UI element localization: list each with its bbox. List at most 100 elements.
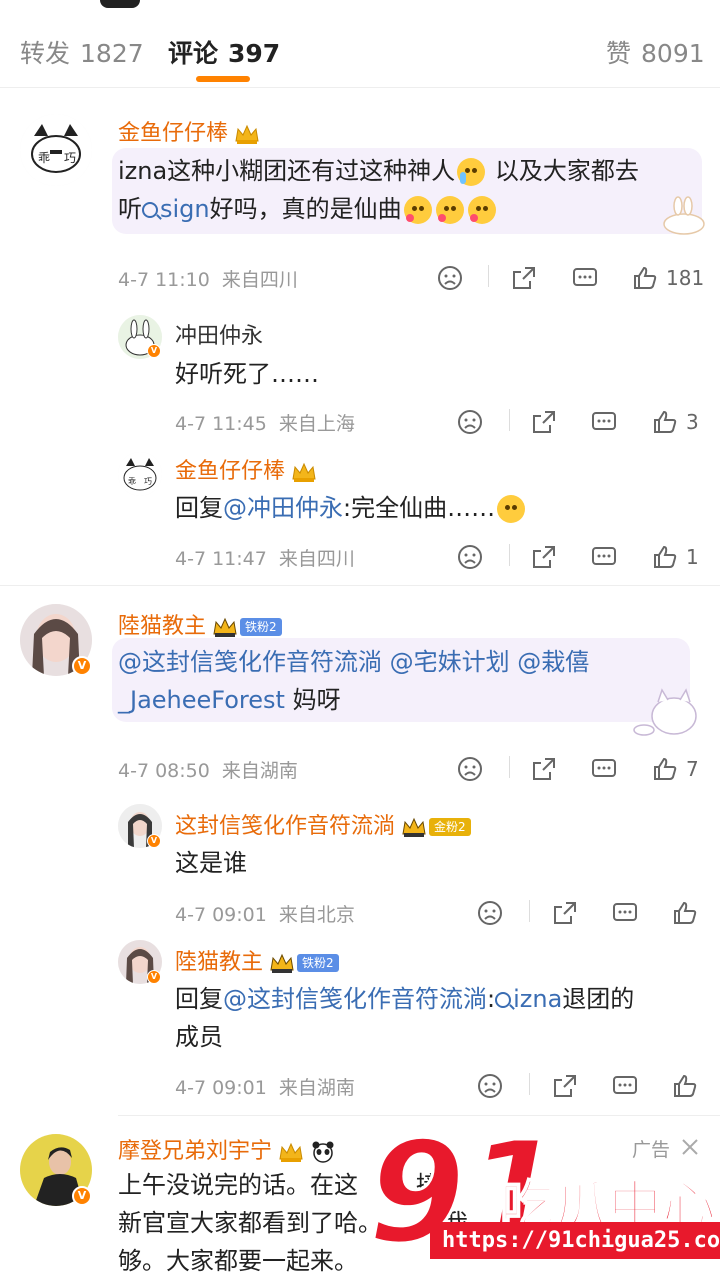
mention-links[interactable]: @这封信笺化作音符流淌 @宅妹计划 @栽僖 [118,648,589,676]
dislike-button[interactable] [457,405,483,435]
thumbs-up-icon [674,901,697,924]
reply-author-name[interactable]: 金鱼仔仔棒 [175,453,317,485]
pleading-emoji-icon [435,196,464,224]
dislike-button[interactable] [457,540,483,570]
cat-sticker-icon [633,688,697,736]
reply-author-name[interactable]: 陸猫教主 铁粉2 [175,944,339,976]
verified-badge-icon: V [147,970,161,984]
svg-text:巧: 巧 [144,477,152,486]
tab-comment[interactable]: 评论 397 [168,34,280,70]
topic-link-text: sign [160,195,210,223]
svg-text:巧: 巧 [64,151,76,165]
frown-icon [438,265,462,290]
pleading-emoji-icon [497,495,526,523]
tab-repost[interactable]: 转发 1827 [20,34,144,70]
commenter-name[interactable]: 摩登兄弟刘宇宁 [118,1133,336,1165]
reply-text: 回复@冲田仲永:完全仙曲…… [175,489,527,527]
thumbs-up-icon [674,1074,697,1097]
comment-icon [613,1075,637,1094]
tab-repost-count: 1827 [80,39,144,68]
avatar[interactable]: 乖巧 [118,452,162,496]
share-icon [533,410,555,433]
vip-crown-icon [235,124,259,144]
reply-actions: 1 [0,540,720,570]
vip-crown-icon [402,817,426,837]
comment-text-part: 以及大家都去 [487,157,639,185]
frown-icon [458,409,482,434]
mention-link[interactable]: _JaeheeForest [118,686,285,714]
divider [509,756,510,778]
share-icon [554,901,576,924]
share-button[interactable] [511,261,537,291]
close-icon[interactable] [680,1137,700,1157]
reply-text-part: 退团的 [562,985,635,1013]
reply-text-part: : [487,985,496,1013]
fan-badge: 铁粉2 [297,954,339,972]
share-icon [513,266,535,289]
reply-author-name[interactable]: 这封信笺化作音符流淌 金粉2 [175,808,471,840]
commenter-name-text: 摩登兄弟刘宇宁 [118,1139,273,1164]
like-button[interactable] [672,1069,698,1099]
dislike-button[interactable] [477,896,503,926]
like-button[interactable]: 181 [632,261,704,291]
share-button[interactable] [552,896,578,926]
like-button[interactable] [672,896,698,926]
pleading-emoji-icon [467,196,496,224]
comment-divider [0,585,720,586]
topic-link[interactable]: sign [142,195,210,223]
divider [509,409,510,431]
like-count: 1 [686,544,699,569]
dislike-button[interactable] [437,261,463,291]
comment-text-part: 妈呀 [284,686,341,714]
reply-button[interactable] [591,752,617,782]
dislike-button[interactable] [477,1069,503,1099]
share-button[interactable] [531,405,557,435]
comment-icon [592,411,616,430]
watermark-url: https://91chigua25.com [430,1222,720,1259]
verified-badge-icon: V [147,344,161,358]
vip-crown-icon [213,617,237,637]
pleading-emoji-icon [403,196,432,224]
reply-actions [0,1069,720,1099]
reply-button[interactable] [572,261,598,291]
reply-button[interactable] [612,1069,638,1099]
comment-text-part: 新官宣大家都看到了哈。 [118,1209,382,1237]
share-button[interactable] [531,752,557,782]
tab-like[interactable]: 赞 8091 [606,34,705,70]
mention-link[interactable]: @冲田仲永 [223,494,343,522]
share-icon [533,545,555,568]
divider [529,1073,530,1095]
reply-text-part: 成员 [175,1023,223,1051]
reply-author-name-text: 这封信笺化作音符流淌 [175,814,396,839]
comment-icon [592,546,616,565]
frown-icon [458,544,482,569]
share-button[interactable] [552,1069,578,1099]
reply-actions [0,896,720,926]
reply-author-name[interactable]: 冲田仲永 [175,318,263,350]
reply-button[interactable] [591,540,617,570]
like-count: 181 [666,265,705,290]
mention-link[interactable]: @这封信笺化作音符流淌 [223,985,487,1013]
comment-text-part: 听 [118,195,142,223]
dislike-button[interactable] [457,752,483,782]
like-button[interactable]: 1 [652,540,699,570]
active-tab-indicator [196,76,250,82]
fan-badge: 铁粉2 [240,618,282,636]
like-button[interactable]: 3 [652,405,699,435]
reply-button[interactable] [612,896,638,926]
commenter-name[interactable]: 金鱼仔仔棒 [118,115,260,147]
vip-crown-icon [292,462,316,482]
commenter-name[interactable]: 陸猫教主 铁粉2 [118,608,282,640]
like-button[interactable]: 7 [652,752,699,782]
frown-icon [478,900,502,925]
share-button[interactable] [531,540,557,570]
topic-link[interactable]: izna [495,985,562,1013]
share-icon [554,1074,576,1097]
crying-emoji-icon [457,158,486,186]
top-avatar-fragment [100,0,140,8]
reply-button[interactable] [591,405,617,435]
reply-text: 回复@这封信笺化作音符流淌: izna退团的 成员 [175,980,695,1056]
thumbs-up-icon [654,757,677,780]
reply-prefix: 回复 [175,985,223,1013]
avatar[interactable]: 乖巧 [20,114,92,186]
